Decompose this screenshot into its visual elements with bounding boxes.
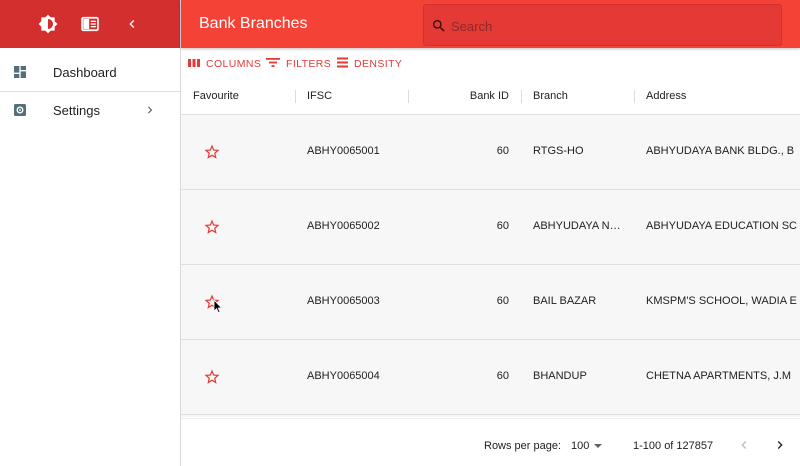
column-header-address[interactable]: Address bbox=[646, 90, 686, 102]
density-button[interactable]: DENSITY bbox=[337, 54, 402, 74]
cell-branch: BHANDUP bbox=[533, 370, 587, 382]
cell-ifsc: ABHY0065004 bbox=[307, 370, 380, 382]
rows-per-page-value: 100 bbox=[571, 440, 590, 452]
column-header-branch[interactable]: Branch bbox=[533, 90, 568, 102]
search-input[interactable] bbox=[451, 17, 771, 35]
sidebar-item-label: Settings bbox=[53, 103, 100, 118]
column-separator[interactable] bbox=[295, 90, 296, 103]
previous-page-icon[interactable] bbox=[734, 435, 754, 455]
column-header-bank-id[interactable]: Bank ID bbox=[409, 90, 509, 102]
rows-per-page-select[interactable]: 100 bbox=[571, 437, 609, 455]
column-separator[interactable] bbox=[634, 90, 635, 103]
cell-bank-id: 60 bbox=[496, 295, 509, 307]
column-header-ifsc[interactable]: IFSC bbox=[307, 90, 332, 102]
table-row[interactable]: ABHY0065001 60 RTGS-HO ABHYUDAYA BANK BL… bbox=[181, 115, 800, 190]
next-page-icon[interactable] bbox=[770, 435, 790, 455]
filters-button[interactable]: FILTERS bbox=[266, 54, 331, 74]
column-separator[interactable] bbox=[521, 90, 522, 103]
app-bar: Bank Branches bbox=[181, 0, 800, 48]
cell-address: KMSPM'S SCHOOL, WADIA E bbox=[646, 295, 797, 307]
density-icon bbox=[337, 55, 348, 73]
chevron-right-icon bbox=[143, 102, 157, 118]
view-column-icon bbox=[188, 55, 200, 73]
grid-body: ABHY0065001 60 RTGS-HO ABHYUDAYA BANK BL… bbox=[181, 115, 800, 417]
search-box[interactable] bbox=[423, 4, 782, 46]
cell-ifsc: ABHY0065001 bbox=[307, 145, 380, 157]
cell-bank-id: 60 bbox=[496, 145, 509, 157]
view-sidebar-icon[interactable] bbox=[78, 12, 102, 36]
table-row[interactable]: ABHY0065003 60 BAIL BAZAR KMSPM'S SCHOOL… bbox=[181, 265, 800, 340]
grid-column-headers: Favourite IFSC Bank ID Branch Address bbox=[181, 81, 800, 115]
table-row[interactable]: ABHY0065004 60 BHANDUP CHETNA APARTMENTS… bbox=[181, 340, 800, 415]
cell-address: ABHYUDAYA BANK BLDG., B bbox=[646, 145, 795, 157]
sidebar-item-label: Dashboard bbox=[53, 65, 117, 80]
columns-button[interactable]: COLUMNS bbox=[188, 54, 261, 74]
column-header-favourite[interactable]: Favourite bbox=[193, 90, 239, 102]
cell-address: ABHYUDAYA EDUCATION SC bbox=[646, 220, 797, 232]
cell-branch: BAIL BAZAR bbox=[533, 295, 597, 307]
cell-bank-id: 60 bbox=[496, 220, 509, 232]
settings-icon bbox=[12, 102, 28, 118]
sidebar: Dashboard Settings bbox=[0, 0, 181, 466]
cell-branch: ABHYUDAYA N… bbox=[533, 220, 621, 232]
cell-bank-id: 60 bbox=[496, 370, 509, 382]
sidebar-item-dashboard[interactable]: Dashboard bbox=[0, 54, 180, 91]
search-icon bbox=[431, 18, 447, 34]
cell-address: CHETNA APARTMENTS, J.M bbox=[646, 370, 792, 382]
density-label: DENSITY bbox=[354, 58, 403, 70]
brightness-toggle-icon[interactable] bbox=[36, 12, 60, 36]
cell-branch: RTGS-HO bbox=[533, 145, 584, 157]
page-title: Bank Branches bbox=[199, 15, 308, 32]
filters-label: FILTERS bbox=[286, 58, 332, 70]
rows-per-page-label: Rows per page: bbox=[484, 440, 562, 452]
grid-toolbar: COLUMNS FILTERS DENSITY bbox=[181, 54, 800, 74]
grid-footer: Rows per page: 100 1-100 of 127857 bbox=[181, 418, 800, 466]
dropdown-arrow-icon bbox=[593, 437, 603, 455]
table-row[interactable]: ABHY0065002 60 ABHYUDAYA N… ABHYUDAYA ED… bbox=[181, 190, 800, 265]
favourite-star-icon[interactable] bbox=[203, 143, 221, 161]
sidebar-header bbox=[0, 0, 180, 48]
collapse-sidebar-chevron-icon[interactable] bbox=[120, 12, 144, 36]
sidebar-item-settings[interactable]: Settings bbox=[0, 92, 180, 129]
pagination-range: 1-100 of 127857 bbox=[633, 440, 714, 452]
columns-label: COLUMNS bbox=[206, 58, 262, 70]
cell-ifsc: ABHY0065002 bbox=[307, 220, 380, 232]
cell-ifsc: ABHY0065003 bbox=[307, 295, 380, 307]
filter-list-icon bbox=[266, 55, 280, 73]
favourite-star-icon[interactable] bbox=[203, 218, 221, 236]
app-window: Dashboard Settings Bank Branches Search … bbox=[0, 0, 800, 466]
favourite-star-icon[interactable] bbox=[203, 293, 221, 311]
favourite-star-icon[interactable] bbox=[203, 368, 221, 386]
dashboard-icon bbox=[12, 64, 28, 80]
